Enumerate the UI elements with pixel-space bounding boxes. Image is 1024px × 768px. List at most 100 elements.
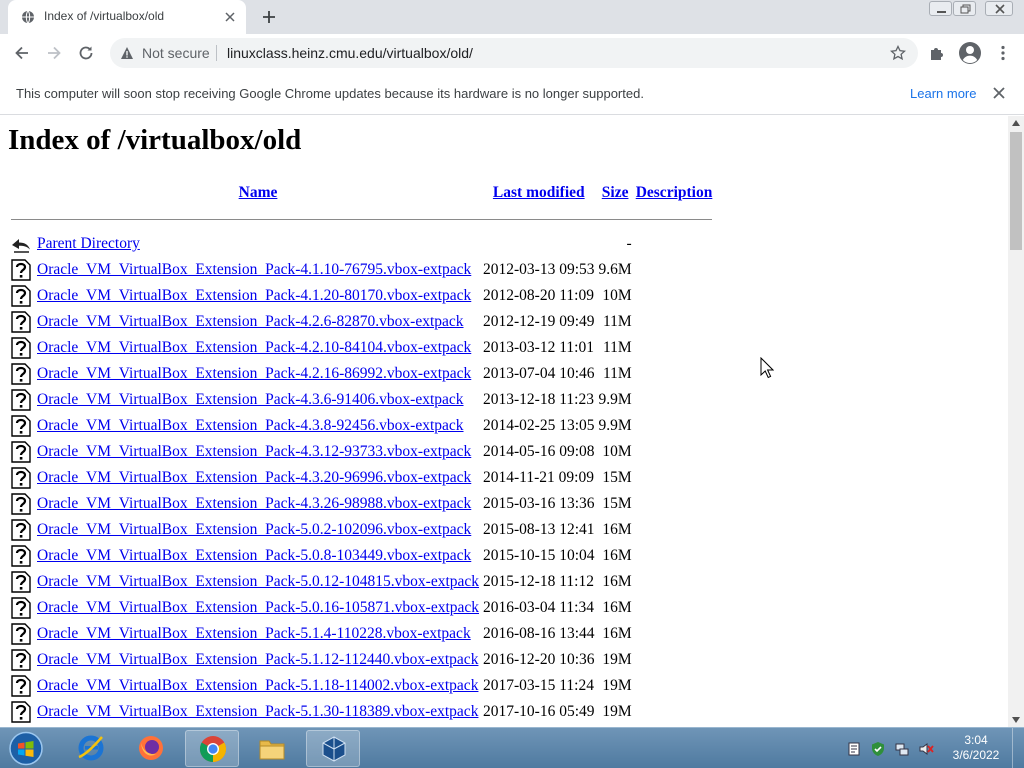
file-size: 9.9M [598,417,632,434]
scrollbar-thumb[interactable] [1010,132,1022,250]
file-link[interactable]: Oracle_VM_VirtualBox_Extension_Pack-4.3.… [37,391,464,408]
menu-kebab-icon[interactable] [994,44,1012,62]
size-column-header[interactable]: Size [598,183,633,206]
file-description [635,544,714,568]
file-link[interactable]: Oracle_VM_VirtualBox_Extension_Pack-4.2.… [37,365,471,382]
file-link[interactable]: Oracle_VM_VirtualBox_Extension_Pack-4.3.… [37,495,471,512]
unknown-file-icon [11,519,31,541]
unknown-file-icon [11,337,31,359]
file-link[interactable]: Oracle_VM_VirtualBox_Extension_Pack-4.3.… [37,443,471,460]
restore-window-button[interactable] [953,1,976,16]
unknown-file-icon [11,571,31,593]
file-size: 11M [602,339,632,356]
back-arrow-icon[interactable] [13,44,31,62]
browser-toolbar: Not secure linuxclass.heinz.cmu.edu/virt… [0,34,1024,72]
name-column-header[interactable]: Name [36,183,480,206]
file-row: Oracle_VM_VirtualBox_Extension_Pack-5.1.… [10,648,713,672]
show-desktop-button[interactable] [1012,728,1024,768]
forward-arrow-icon[interactable] [45,44,63,62]
restore-icon [960,4,971,14]
file-link[interactable]: Oracle_VM_VirtualBox_Extension_Pack-5.1.… [37,703,478,720]
action-center-flag-icon[interactable] [846,741,862,757]
file-link[interactable]: Oracle_VM_VirtualBox_Extension_Pack-5.0.… [37,599,479,616]
warning-icon[interactable] [120,46,134,60]
file-description [635,648,714,672]
file-modified: 2012-03-13 09:53 [483,261,595,278]
file-link[interactable]: Oracle_VM_VirtualBox_Extension_Pack-4.3.… [37,469,471,486]
file-link[interactable]: Oracle_VM_VirtualBox_Extension_Pack-4.2.… [37,313,464,330]
description-column-header[interactable]: Description [635,183,714,206]
close-icon[interactable] [222,9,238,25]
sort-by-size-link[interactable]: Size [602,184,629,201]
file-link[interactable]: Oracle_VM_VirtualBox_Extension_Pack-5.1.… [37,677,478,694]
file-description [635,388,714,412]
file-description [635,284,714,308]
minimize-window-button[interactable] [929,1,952,16]
file-description [635,570,714,594]
windows-start-orb-icon[interactable] [6,730,46,767]
profile-avatar-icon[interactable] [958,41,982,65]
network-icon[interactable] [894,741,910,757]
active-tab[interactable]: Index of /virtualbox/old [8,0,246,34]
address-bar[interactable]: Not secure linuxclass.heinz.cmu.edu/virt… [110,38,918,68]
extensions-puzzle-icon[interactable] [928,44,946,62]
file-modified: 2014-02-25 13:05 [483,417,595,434]
file-row: Oracle_VM_VirtualBox_Extension_Pack-4.3.… [10,388,713,412]
file-link[interactable]: Oracle_VM_VirtualBox_Extension_Pack-5.0.… [37,547,471,564]
security-status[interactable]: Not secure [142,45,210,61]
unknown-file-icon [11,623,31,645]
unknown-file-icon [11,441,31,463]
file-link[interactable]: Oracle_VM_VirtualBox_Extension_Pack-4.3.… [37,417,464,434]
taskbar-virtualbox[interactable] [306,730,360,767]
file-link[interactable]: Oracle_VM_VirtualBox_Extension_Pack-4.1.… [37,287,471,304]
volume-muted-icon[interactable] [918,741,934,757]
file-modified: 2012-12-19 09:49 [483,313,595,330]
file-description [635,362,714,386]
taskbar-chrome[interactable] [185,730,239,767]
system-tray [842,730,942,767]
file-link[interactable]: Oracle_VM_VirtualBox_Extension_Pack-5.0.… [37,573,479,590]
unknown-file-icon [11,467,31,489]
back-folder-icon [12,239,30,253]
sort-by-name-link[interactable]: Name [239,184,278,201]
sort-by-modified-link[interactable]: Last modified [493,184,585,201]
file-link[interactable]: Oracle_VM_VirtualBox_Extension_Pack-5.1.… [37,651,478,668]
taskbar-file-explorer[interactable] [245,730,299,767]
parent-directory-link[interactable]: Parent Directory [37,235,140,252]
parent-directory-row: Parent Directory - [10,232,713,256]
close-window-button[interactable] [985,1,1013,16]
file-link[interactable]: Oracle_VM_VirtualBox_Extension_Pack-5.0.… [37,521,471,538]
scroll-up-arrow-icon[interactable] [1012,120,1020,126]
taskbar-firefox[interactable] [124,730,178,767]
taskbar-clock[interactable]: 3:04 3/6/2022 [946,733,1006,763]
learn-more-link[interactable]: Learn more [910,86,976,101]
bookmark-star-icon[interactable] [890,45,906,61]
file-size: 9.9M [598,391,632,408]
file-description [635,414,714,438]
modified-column-header[interactable]: Last modified [482,183,596,206]
file-row: Oracle_VM_VirtualBox_Extension_Pack-5.0.… [10,570,713,594]
file-description [635,310,714,334]
new-tab-plus-icon[interactable] [261,9,277,25]
file-size: 11M [602,365,632,382]
reload-icon[interactable] [77,44,95,62]
omnibox-divider [216,45,217,61]
sort-by-description-link[interactable]: Description [636,184,713,201]
close-window-icon [995,4,1005,14]
url-text[interactable]: linuxclass.heinz.cmu.edu/virtualbox/old/ [227,45,473,61]
taskbar-internet-explorer[interactable] [64,730,118,767]
file-row: Oracle_VM_VirtualBox_Extension_Pack-4.1.… [10,284,713,308]
scroll-down-arrow-icon[interactable] [1012,717,1020,723]
globe-icon [22,10,34,24]
security-shield-icon[interactable] [870,741,886,757]
file-size: 16M [602,599,632,616]
vertical-scrollbar[interactable] [1008,116,1024,727]
internet-explorer-icon [78,735,104,761]
file-link[interactable]: Oracle_VM_VirtualBox_Extension_Pack-5.1.… [37,625,471,642]
windows-taskbar: 3:04 3/6/2022 [0,727,1024,768]
icon-column-header [10,183,34,206]
file-link[interactable]: Oracle_VM_VirtualBox_Extension_Pack-4.2.… [37,339,471,356]
file-size: 16M [602,521,632,538]
close-icon[interactable] [992,86,1006,100]
file-link[interactable]: Oracle_VM_VirtualBox_Extension_Pack-4.1.… [37,261,471,278]
